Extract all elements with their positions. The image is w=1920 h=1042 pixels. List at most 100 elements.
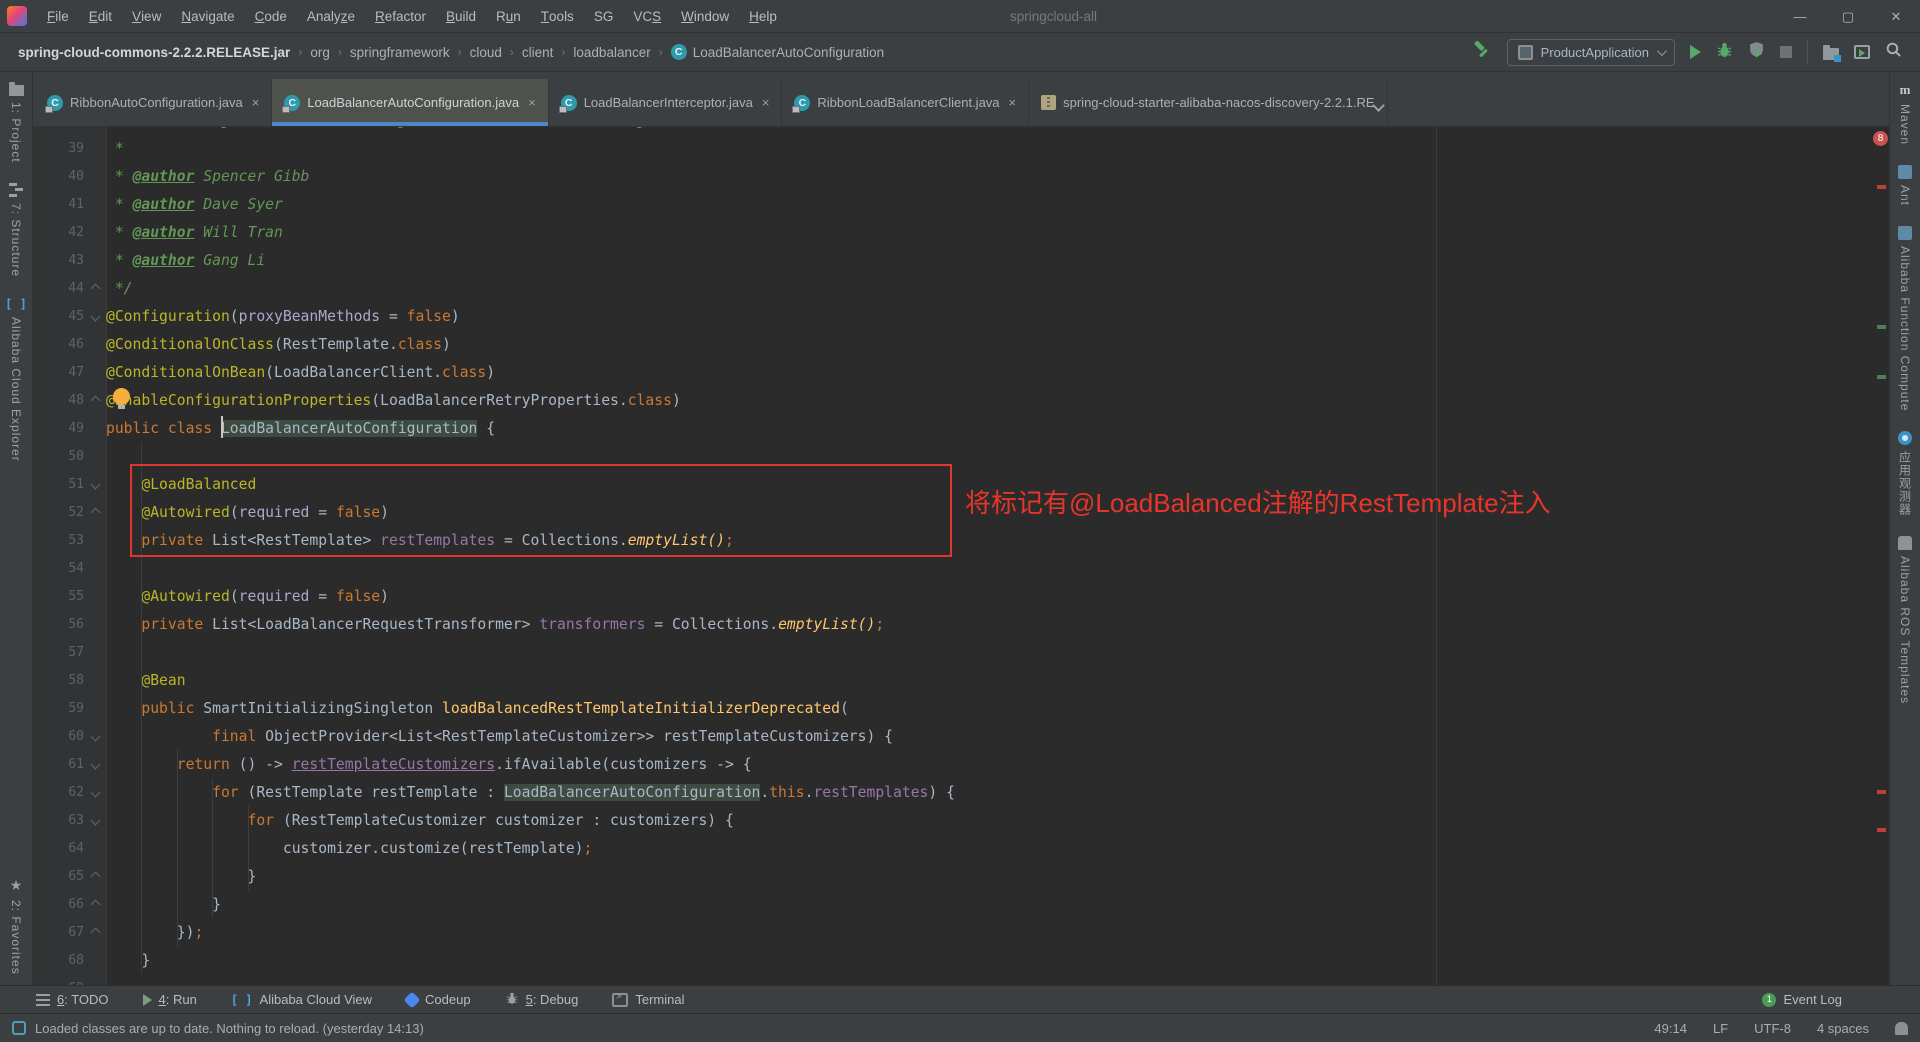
line-number[interactable]: 44 <box>33 281 84 296</box>
editor-tab[interactable]: CLoadBalancerAutoConfiguration.java× <box>272 79 548 126</box>
code-line[interactable]: 39 * <box>33 134 1889 162</box>
tool-window-button-alibaba-function-compute[interactable]: Alibaba Function Compute <box>1898 216 1912 421</box>
breadcrumb-item[interactable]: springframework <box>346 43 454 62</box>
line-number[interactable]: 51 <box>33 477 84 492</box>
error-stripe-mark[interactable] <box>1877 375 1886 379</box>
line-number[interactable]: 46 <box>33 337 84 352</box>
tool-window-button-terminal[interactable]: Terminal <box>612 992 684 1007</box>
close-tab-icon[interactable]: × <box>528 95 536 110</box>
menu-window[interactable]: Window <box>671 0 739 32</box>
code-line[interactable]: 56 private List<LoadBalancerRequestTrans… <box>33 610 1889 638</box>
menu-code[interactable]: Code <box>245 0 297 32</box>
code-line[interactable]: 42 * @author Will Tran <box>33 218 1889 246</box>
build-hammer-icon[interactable] <box>1473 40 1492 64</box>
line-number[interactable]: 56 <box>33 617 84 632</box>
menu-run[interactable]: Run <box>486 0 531 32</box>
search-everywhere-icon[interactable] <box>1885 41 1902 63</box>
line-number[interactable]: 58 <box>33 673 84 688</box>
close-tab-icon[interactable]: × <box>762 95 770 110</box>
intention-bulb-icon[interactable] <box>113 388 130 405</box>
run-dashboard-icon[interactable] <box>1854 45 1870 59</box>
code-line[interactable]: 69 <box>33 974 1889 985</box>
code-line[interactable]: 61 return () -> restTemplateCustomizers.… <box>33 750 1889 778</box>
line-number[interactable]: 65 <box>33 869 84 884</box>
editor-tab[interactable]: CLoadBalancerInterceptor.java× <box>549 79 783 126</box>
editor-tab[interactable]: CRibbonAutoConfiguration.java× <box>35 79 272 126</box>
line-number[interactable]: 55 <box>33 589 84 604</box>
menu-vcs[interactable]: VCS <box>623 0 671 32</box>
menu-edit[interactable]: Edit <box>79 0 122 32</box>
breadcrumb-class[interactable]: CLoadBalancerAutoConfiguration <box>667 42 888 62</box>
code-line[interactable]: 47@ConditionalOnBean(LoadBalancerClient.… <box>33 358 1889 386</box>
code-line[interactable]: 66 } <box>33 890 1889 918</box>
fold-marker[interactable] <box>84 397 106 404</box>
debug-button[interactable] <box>1716 41 1733 63</box>
error-stripe-mark[interactable] <box>1877 185 1886 189</box>
code-line[interactable]: 67 }); <box>33 918 1889 946</box>
code-line[interactable]: 44 */ <box>33 274 1889 302</box>
status-encoding[interactable]: UTF-8 <box>1754 1021 1791 1036</box>
code-line[interactable]: 63 for (RestTemplateCustomizer customize… <box>33 806 1889 834</box>
line-number[interactable]: 53 <box>33 533 84 548</box>
breadcrumb-item[interactable]: org <box>306 43 334 62</box>
code-line[interactable]: 55 @Autowired(required = false) <box>33 582 1889 610</box>
line-number[interactable]: 47 <box>33 365 84 380</box>
run-configuration-select[interactable]: ProductApplication <box>1507 39 1675 66</box>
code-line[interactable]: 40 * @author Spencer Gibb <box>33 162 1889 190</box>
minimize-button[interactable]: — <box>1776 0 1824 33</box>
line-number[interactable]: 42 <box>33 225 84 240</box>
line-number[interactable]: 48 <box>33 393 84 408</box>
fold-marker[interactable] <box>84 313 106 320</box>
menu-sg[interactable]: SG <box>584 0 624 32</box>
code-line[interactable]: 65 } <box>33 862 1889 890</box>
menu-tools[interactable]: Tools <box>531 0 584 32</box>
menu-help[interactable]: Help <box>739 0 787 32</box>
tool-window-button-应用观测器[interactable]: 应用观测器 <box>1897 421 1914 526</box>
breadcrumb-item[interactable]: loadbalancer <box>569 43 654 62</box>
line-number[interactable]: 45 <box>33 309 84 324</box>
line-number[interactable]: 52 <box>33 505 84 520</box>
fold-marker[interactable] <box>84 285 106 292</box>
error-count-badge[interactable]: 8 <box>1873 131 1888 146</box>
editor-tab[interactable]: CRibbonLoadBalancerClient.java× <box>782 79 1029 126</box>
line-number[interactable]: 57 <box>33 645 84 660</box>
code-line[interactable]: 49public class LoadBalancerAutoConfigura… <box>33 414 1889 442</box>
code-line[interactable]: 60 final ObjectProvider<List<RestTemplat… <box>33 722 1889 750</box>
line-number[interactable]: 38 <box>33 127 84 128</box>
menu-build[interactable]: Build <box>436 0 486 32</box>
tool-window-button-7-structure[interactable]: 7: Structure <box>0 173 32 287</box>
tool-window-button-2-favorites[interactable]: 2: Favorites <box>0 867 32 985</box>
run-button[interactable] <box>1690 45 1701 59</box>
line-number[interactable]: 54 <box>33 561 84 576</box>
code-line[interactable]: 43 * @author Gang Li <box>33 246 1889 274</box>
code-line[interactable]: 58 @Bean <box>33 666 1889 694</box>
tool-window-button-alibaba-cloud-view[interactable]: Alibaba Cloud View <box>231 992 372 1007</box>
code-line[interactable]: 54 <box>33 554 1889 582</box>
code-line[interactable]: 68 } <box>33 946 1889 974</box>
code-line[interactable]: 48@EnableConfigurationProperties(LoadBal… <box>33 386 1889 414</box>
run-with-coverage-button[interactable] <box>1748 41 1765 63</box>
error-stripe-mark[interactable] <box>1877 325 1886 329</box>
fold-marker[interactable] <box>84 901 106 908</box>
line-number[interactable]: 60 <box>33 729 84 744</box>
tool-window-button-6-todo[interactable]: 6: TODO <box>36 992 109 1007</box>
code-line[interactable]: 64 customizer.customize(restTemplate); <box>33 834 1889 862</box>
project-structure-icon[interactable] <box>1823 48 1839 60</box>
close-tab-icon[interactable]: × <box>1009 95 1017 110</box>
line-number[interactable]: 41 <box>33 197 84 212</box>
code-editor[interactable]: 38 * Auto-configuration for blocking cli… <box>33 127 1889 985</box>
maximize-button[interactable]: ▢ <box>1824 0 1872 33</box>
line-number[interactable]: 62 <box>33 785 84 800</box>
editor-tab[interactable]: spring-cloud-starter-alibaba-nacos-disco… <box>1029 79 1387 126</box>
code-line[interactable]: 57 <box>33 638 1889 666</box>
line-number[interactable]: 66 <box>33 897 84 912</box>
tool-window-button-codeup[interactable]: Codeup <box>406 992 471 1007</box>
code-line[interactable]: 45@Configuration(proxyBeanMethods = fals… <box>33 302 1889 330</box>
line-number[interactable]: 63 <box>33 813 84 828</box>
menu-analyze[interactable]: Analyze <box>297 0 365 32</box>
fold-marker[interactable] <box>84 481 106 488</box>
menu-file[interactable]: File <box>37 0 79 32</box>
line-number[interactable]: 39 <box>33 141 84 156</box>
line-number[interactable]: 61 <box>33 757 84 772</box>
line-number[interactable]: 49 <box>33 421 84 436</box>
